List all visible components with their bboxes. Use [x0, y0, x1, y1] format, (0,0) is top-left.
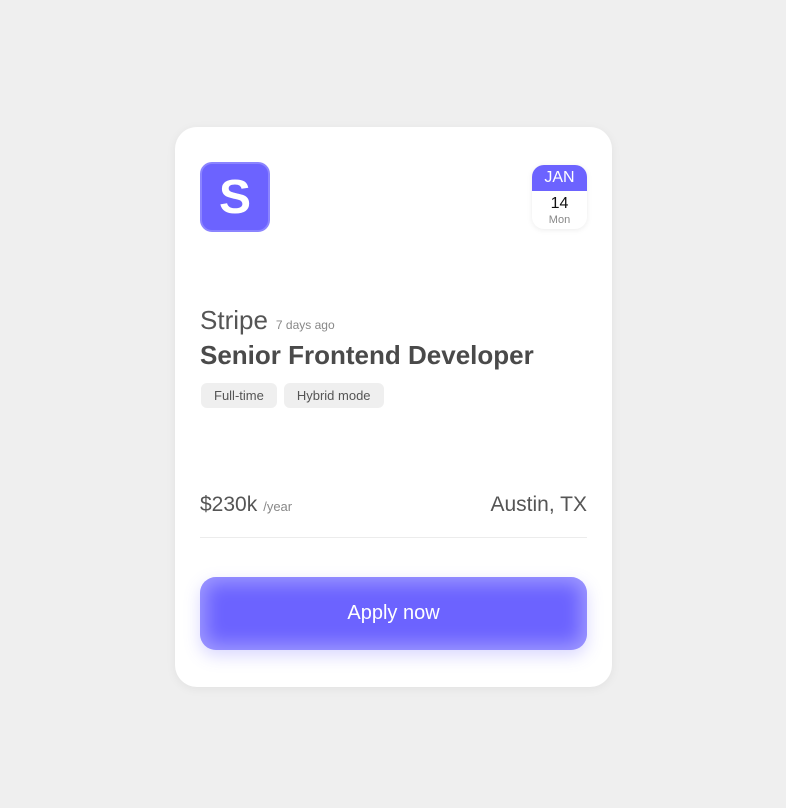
salary-period: /year [263, 499, 293, 514]
posted-ago: 7 days ago [275, 318, 335, 332]
date-day: 14 [550, 195, 569, 212]
apply-now-button[interactable]: Apply now [200, 577, 587, 650]
company-name: Stripe [200, 305, 268, 335]
date-month: JAN [532, 165, 587, 191]
salary: $230k /year [200, 493, 292, 517]
job-card: S JAN 14 Mon Stripe 7 days ago Senior Fr… [175, 127, 612, 687]
job-tags: Full-time Hybrid mode [201, 383, 384, 408]
divider [200, 537, 587, 538]
company-row: Stripe 7 days ago [200, 305, 335, 336]
date-badge: JAN 14 Mon [532, 165, 587, 229]
tag-employment-type: Full-time [201, 383, 277, 408]
company-logo-letter: S [218, 170, 251, 224]
date-weekday: Mon [548, 214, 571, 226]
company-logo: S [200, 162, 270, 232]
tag-work-mode: Hybrid mode [283, 383, 384, 408]
job-title: Senior Frontend Developer [200, 340, 534, 370]
salary-amount: $230k [200, 493, 258, 516]
job-location: Austin, TX [490, 493, 588, 516]
